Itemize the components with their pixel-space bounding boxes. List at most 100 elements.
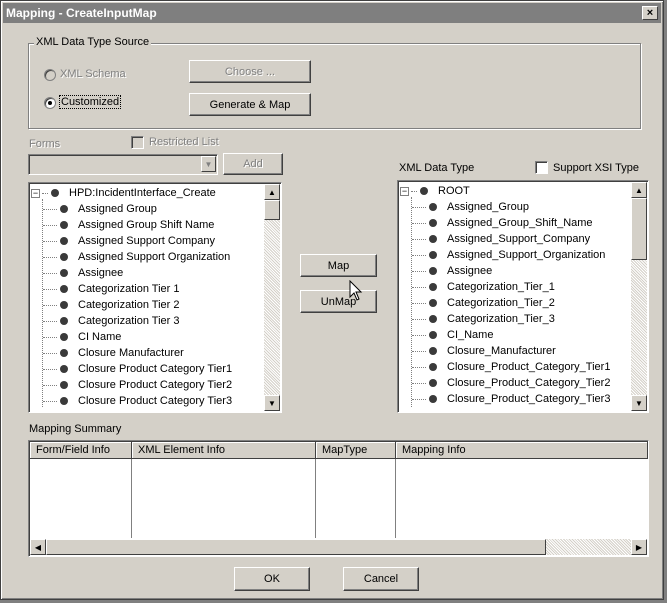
xml-data-type-tree-list: − ROOT Assigned_Group Assigned_Group_Shif… [400,183,610,407]
form-tree-item[interactable]: Closure Product Category Tier1 [31,361,232,377]
tree-node-icon [429,363,437,371]
xml-data-type-source-group [28,43,641,129]
form-tree-item[interactable]: CI Name [31,329,232,345]
xml-tree-item-label: Closure_Manufacturer [447,345,556,357]
xml-tree-item-label: Assignee [447,265,493,277]
restricted-list-checkbox[interactable] [131,136,144,149]
scroll-up-icon[interactable]: ▲ [264,184,280,200]
form-tree-root-label: HPD:IncidentInterface_Create [69,187,216,199]
xml-tree-item[interactable]: Closure_Manufacturer [400,343,610,359]
xml-tree-root[interactable]: − ROOT [400,183,610,199]
column-header-maptype[interactable]: MapType [316,442,396,459]
map-button[interactable]: Map [300,254,377,277]
form-tree-item[interactable]: Categorization Tier 2 [31,297,232,313]
customized-radio[interactable] [44,97,56,109]
choose-button[interactable]: Choose ... [189,60,311,83]
form-tree-item[interactable]: Closure Product Category Tier3 [31,393,232,409]
xml-tree-item[interactable]: Closure_Product_Category_Tier3 [400,391,610,407]
forms-combo[interactable]: ▼ [28,154,218,175]
form-tree-item[interactable]: Assigned Support Organization [31,249,232,265]
xml-tree-item-label: Closure_Product_Category_Tier2 [447,377,611,389]
tree-node-icon [60,349,68,357]
xml-tree-item-label: Assigned_Group [447,201,529,213]
xml-data-type-label: XML Data Type [399,162,475,174]
tree-node-icon [60,333,68,341]
ok-button[interactable]: OK [234,567,310,591]
form-tree-item[interactable]: Assigned Group Shift Name [31,217,232,233]
tree-node-icon [429,315,437,323]
scroll-down-icon[interactable]: ▼ [264,395,280,411]
tree-node-icon [60,221,68,229]
collapse-icon[interactable]: − [400,186,409,196]
support-xsi-type-checkbox[interactable] [535,161,548,174]
form-tree-item-label: Assignee [78,267,124,279]
customized-label: Customized [58,95,122,109]
scroll-left-icon[interactable]: ◀ [30,539,46,555]
scroll-up-icon[interactable]: ▲ [631,182,647,198]
unmap-button[interactable]: UnMap [300,290,377,313]
form-tree-item-label: Assigned Group Shift Name [78,219,215,231]
form-tree-item[interactable]: Closure Manufacturer [31,345,232,361]
restricted-list-label: Restricted List [149,136,219,148]
form-tree-item-label: Closure Manufacturer [78,347,184,359]
column-header-form-field-info[interactable]: Form/Field Info [30,442,132,459]
xml-tree-item-label: CI_Name [447,329,494,341]
scroll-right-icon[interactable]: ▶ [631,539,647,555]
support-xsi-type-label: Support XSI Type [553,162,640,174]
xml-tree-item-label: Assigned_Group_Shift_Name [447,217,593,229]
form-tree-root[interactable]: − HPD:IncidentInterface_Create [31,185,232,201]
xml-tree-item[interactable]: Categorization_Tier_1 [400,279,610,295]
form-tree-item[interactable]: Closure Product Category Tier2 [31,377,232,393]
scrollbar-thumb[interactable] [264,200,280,220]
xml-tree-item[interactable]: Categorization_Tier_3 [400,311,610,327]
form-tree-item[interactable]: Categorization Tier 1 [31,281,232,297]
xml-tree-item[interactable]: Closure_Product_Category_Tier2 [400,375,610,391]
scroll-down-icon[interactable]: ▼ [631,395,647,411]
mouse-cursor-icon [349,280,363,301]
form-tree-item[interactable]: Assignee [31,265,232,281]
form-tree-item-label: Closure Product Category Tier3 [78,395,233,407]
scrollbar-thumb[interactable] [46,539,546,555]
dropdown-arrow-icon[interactable]: ▼ [201,156,216,172]
xml-tree-item-label: Categorization_Tier_3 [447,313,555,325]
collapse-icon[interactable]: − [31,188,40,198]
tree-node-icon [429,267,437,275]
xml-tree-item[interactable]: CI_Name [400,327,610,343]
form-tree-item-label: CI Name [78,331,122,343]
tree-node-icon [429,331,437,339]
xml-tree-item[interactable]: Categorization_Tier_2 [400,295,610,311]
form-tree-item-label: Categorization Tier 1 [78,283,180,295]
xml-tree-item[interactable]: Assigned_Group [400,199,610,215]
generate-and-map-button[interactable]: Generate & Map [189,93,311,116]
xml-tree-item[interactable]: Closure_Product_Category_Tier1 [400,359,610,375]
form-tree-item[interactable]: Categorization Tier 3 [31,313,232,329]
xml-schema-radio[interactable] [44,69,56,81]
form-tree-scrollbar[interactable]: ▲ ▼ [264,184,280,411]
xml-tree-item[interactable]: Assigned_Group_Shift_Name [400,215,610,231]
form-tree-item[interactable]: Assigned Support Company [31,233,232,249]
tree-node-icon [51,189,59,197]
scrollbar-thumb[interactable] [631,198,647,260]
xml-tree-item[interactable]: Assigned_Support_Organization [400,247,610,263]
mapping-summary-label: Mapping Summary [29,423,122,435]
column-header-xml-element-info[interactable]: XML Element Info [132,442,316,459]
column-header-mapping-info[interactable]: Mapping Info [396,442,648,459]
xml-tree-item[interactable]: Assigned_Support_Company [400,231,610,247]
cancel-button[interactable]: Cancel [343,567,419,591]
form-tree-item-label: Categorization Tier 2 [78,299,180,311]
xml-tree-item[interactable]: Assignee [400,263,610,279]
title-bar[interactable]: Mapping - CreateInputMap × [3,3,661,23]
form-field-tree[interactable]: − HPD:IncidentInterface_Create Assigned … [28,182,282,413]
tree-node-icon [420,187,428,195]
mapping-summary-hscrollbar[interactable]: ◀ ▶ [30,539,647,555]
form-tree-item-label: Assigned Support Organization [78,251,231,263]
add-button[interactable]: Add [223,153,283,175]
tree-node-icon [60,397,68,405]
mapping-summary-grid[interactable]: Form/Field Info XML Element Info MapType… [28,440,649,557]
xml-data-type-tree[interactable]: − ROOT Assigned_Group Assigned_Group_Shif… [397,180,649,413]
xml-tree-scrollbar[interactable]: ▲ ▼ [631,182,647,411]
form-tree-item[interactable]: Assigned Group [31,201,232,217]
close-button[interactable]: × [642,6,658,20]
tree-node-icon [60,253,68,261]
xml-tree-item-label: Assigned_Support_Company [447,233,591,245]
